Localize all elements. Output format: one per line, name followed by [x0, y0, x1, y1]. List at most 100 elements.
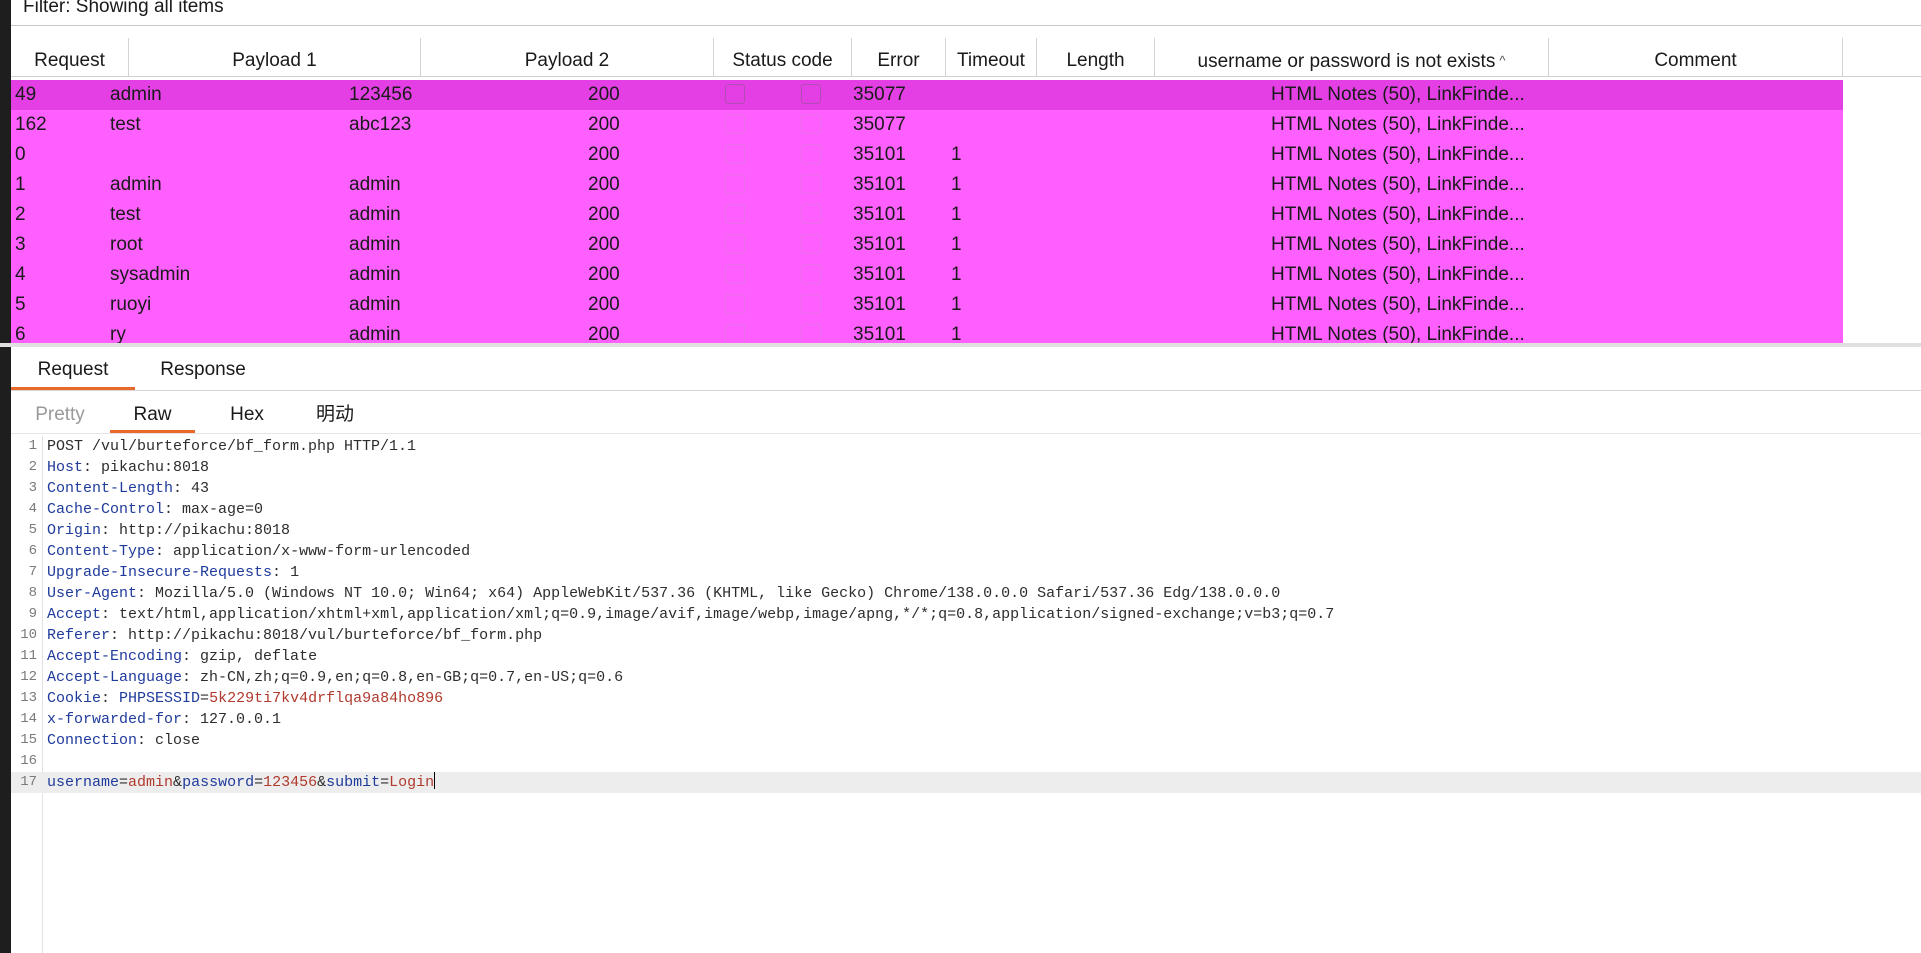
- line-content[interactable]: Host: pikachu:8018: [47, 457, 209, 478]
- line-content[interactable]: Content-Length: 43: [47, 478, 209, 499]
- table-row[interactable]: 5 ruoyi admin 200 35101 1 HTML Notes (50), Lin…: [11, 290, 1843, 320]
- line-content[interactable]: Content-Type: application/x-www-form-url…: [47, 541, 470, 562]
- param-key: submit: [326, 774, 381, 791]
- line-content[interactable]: Origin: http://pikachu:8018: [47, 520, 290, 541]
- line-content[interactable]: Accept-Language: zh-CN,zh;q=0.9,en;q=0.8…: [47, 667, 623, 688]
- editor-line[interactable]: 16: [11, 751, 1921, 772]
- column-header-comment[interactable]: Comment: [1549, 38, 1843, 76]
- table-row[interactable]: 3 root admin 200 35101 1 HTML Notes (50), Link…: [11, 230, 1843, 260]
- cell-comment: HTML Notes (50), LinkFinde...: [1271, 114, 1525, 135]
- timeout-checkbox[interactable]: [801, 174, 821, 194]
- editor-line[interactable]: 1 POST /vul/burteforce/bf_form.php HTTP/1…: [11, 436, 1921, 457]
- column-label: Timeout: [957, 50, 1025, 71]
- tab-render[interactable]: 明动: [293, 393, 377, 433]
- tab-pretty[interactable]: Pretty: [19, 393, 101, 433]
- line-content[interactable]: POST /vul/burteforce/bf_form.php HTTP/1.…: [47, 436, 416, 457]
- editor-line[interactable]: 8 User-Agent: Mozilla/5.0 (Windows NT 10.…: [11, 583, 1921, 604]
- timeout-checkbox[interactable]: [801, 84, 821, 104]
- error-checkbox[interactable]: [725, 174, 745, 194]
- cell-comment: HTML Notes (50), LinkFinde...: [1271, 264, 1525, 285]
- line-content[interactable]: Upgrade-Insecure-Requests: 1: [47, 562, 299, 583]
- line-content[interactable]: Cookie: PHPSESSID=5k229ti7kv4drflqa9a84h…: [47, 688, 443, 709]
- column-header-error[interactable]: Error: [852, 38, 946, 76]
- editor-line[interactable]: 7 Upgrade-Insecure-Requests: 1: [11, 562, 1921, 583]
- error-checkbox[interactable]: [725, 144, 745, 164]
- tab-response[interactable]: Response: [135, 348, 271, 390]
- line-content[interactable]: Cache-Control: max-age=0: [47, 499, 263, 520]
- message-tabs: Request Response: [11, 348, 1921, 391]
- tab-hex[interactable]: Hex: [205, 393, 289, 433]
- error-checkbox[interactable]: [725, 204, 745, 224]
- column-header-length[interactable]: Length: [1037, 38, 1155, 76]
- editor-line[interactable]: 10 Referer: http://pikachu:8018/vul/burte…: [11, 625, 1921, 646]
- table-row[interactable]: 6 ry admin 200 35101 1 HTML Notes (50), LinkFi…: [11, 320, 1843, 343]
- column-label: Comment: [1654, 50, 1737, 71]
- error-checkbox[interactable]: [725, 84, 745, 104]
- line-number: 2: [28, 459, 37, 475]
- line-content[interactable]: Referer: http://pikachu:8018/vul/burtefo…: [47, 625, 542, 646]
- editor-line[interactable]: 13 Cookie: PHPSESSID=5k229ti7kv4drflqa9a8…: [11, 688, 1921, 709]
- header-name: Content-Type: [47, 543, 156, 560]
- column-header-grep-match[interactable]: username or password is not exists ^: [1155, 38, 1549, 76]
- error-checkbox[interactable]: [725, 114, 745, 134]
- timeout-checkbox[interactable]: [801, 234, 821, 254]
- timeout-checkbox[interactable]: [801, 204, 821, 224]
- cell-length: 35101: [853, 174, 906, 195]
- header-value: Mozilla/5.0 (Windows NT 10.0; Win64; x64…: [155, 585, 1281, 602]
- cell-match: 1: [951, 234, 962, 255]
- editor-line[interactable]: 15 Connection: close: [11, 730, 1921, 751]
- editor-line[interactable]: 3 Content-Length: 43: [11, 478, 1921, 499]
- error-checkbox[interactable]: [725, 294, 745, 314]
- column-header-payload-2[interactable]: Payload 2: [421, 38, 714, 76]
- editor-line[interactable]: 17 username=admin&password=123456&submit=…: [11, 772, 1921, 793]
- filter-text[interactable]: Filter: Showing all items: [23, 0, 224, 18]
- cell-match: 1: [951, 174, 962, 195]
- error-checkbox[interactable]: [725, 324, 745, 343]
- table-row[interactable]: 49 admin 123456 200 35077 HTML Notes (50), Li…: [11, 80, 1843, 110]
- param-key: username: [47, 774, 120, 791]
- cell-comment: HTML Notes (50), LinkFinde...: [1271, 144, 1525, 165]
- line-content[interactable]: x-forwarded-for: 127.0.0.1: [47, 709, 281, 730]
- editor-line[interactable]: 6 Content-Type: application/x-www-form-ur…: [11, 541, 1921, 562]
- editor-line[interactable]: 5 Origin: http://pikachu:8018: [11, 520, 1921, 541]
- error-checkbox[interactable]: [725, 234, 745, 254]
- column-label: Error: [877, 50, 920, 71]
- table-row[interactable]: 162 test abc123 200 35077 HTML Notes (50), Li…: [11, 110, 1843, 140]
- error-checkbox[interactable]: [725, 264, 745, 284]
- editor-line[interactable]: 9 Accept: text/html,application/xhtml+xml…: [11, 604, 1921, 625]
- cell-match: 1: [951, 144, 962, 165]
- column-header-payload-1[interactable]: Payload 1: [129, 38, 421, 76]
- raw-request-editor[interactable]: 1 POST /vul/burteforce/bf_form.php HTTP/1…: [11, 436, 1921, 953]
- table-row[interactable]: 1 admin admin 200 35101 1 HTML Notes (50), Lin…: [11, 170, 1843, 200]
- timeout-checkbox[interactable]: [801, 264, 821, 284]
- table-row[interactable]: 2 test admin 200 35101 1 HTML Notes (50), Link…: [11, 200, 1843, 230]
- table-row[interactable]: 0 200 35101 1 HTML Notes (50), LinkFinde...: [11, 140, 1843, 170]
- table-row[interactable]: 4 sysadmin admin 200 35101 1 HTML Notes (50), …: [11, 260, 1843, 290]
- tab-raw[interactable]: Raw: [110, 393, 195, 433]
- line-number: 12: [20, 669, 37, 685]
- view-mode-tabs: Pretty Raw Hex 明动: [11, 393, 1921, 434]
- line-content[interactable]: User-Agent: Mozilla/5.0 (Windows NT 10.0…: [47, 583, 1280, 604]
- timeout-checkbox[interactable]: [801, 294, 821, 314]
- column-header-timeout[interactable]: Timeout: [946, 38, 1037, 76]
- editor-line[interactable]: 2 Host: pikachu:8018: [11, 457, 1921, 478]
- line-content[interactable]: Connection: close: [47, 730, 200, 751]
- line-content[interactable]: Accept: text/html,application/xhtml+xml,…: [47, 604, 1334, 625]
- timeout-checkbox[interactable]: [801, 324, 821, 343]
- column-header-request[interactable]: Request: [11, 38, 129, 76]
- split-divider[interactable]: [0, 343, 1921, 347]
- timeout-checkbox[interactable]: [801, 144, 821, 164]
- editor-line[interactable]: 12 Accept-Language: zh-CN,zh;q=0.9,en;q=0…: [11, 667, 1921, 688]
- column-header-status-code[interactable]: Status code: [714, 38, 852, 76]
- line-number: 10: [20, 627, 37, 643]
- filter-bar[interactable]: Filter: Showing all items: [11, 0, 1921, 26]
- editor-line[interactable]: 14 x-forwarded-for: 127.0.0.1: [11, 709, 1921, 730]
- tab-request[interactable]: Request: [11, 348, 135, 390]
- header-name: Referer: [47, 627, 111, 644]
- line-content[interactable]: username=admin&password=123456&submit=Lo…: [47, 772, 436, 793]
- header-value: 127.0.0.1: [200, 711, 282, 728]
- timeout-checkbox[interactable]: [801, 114, 821, 134]
- editor-line[interactable]: 11 Accept-Encoding: gzip, deflate: [11, 646, 1921, 667]
- editor-line[interactable]: 4 Cache-Control: max-age=0: [11, 499, 1921, 520]
- line-content[interactable]: Accept-Encoding: gzip, deflate: [47, 646, 317, 667]
